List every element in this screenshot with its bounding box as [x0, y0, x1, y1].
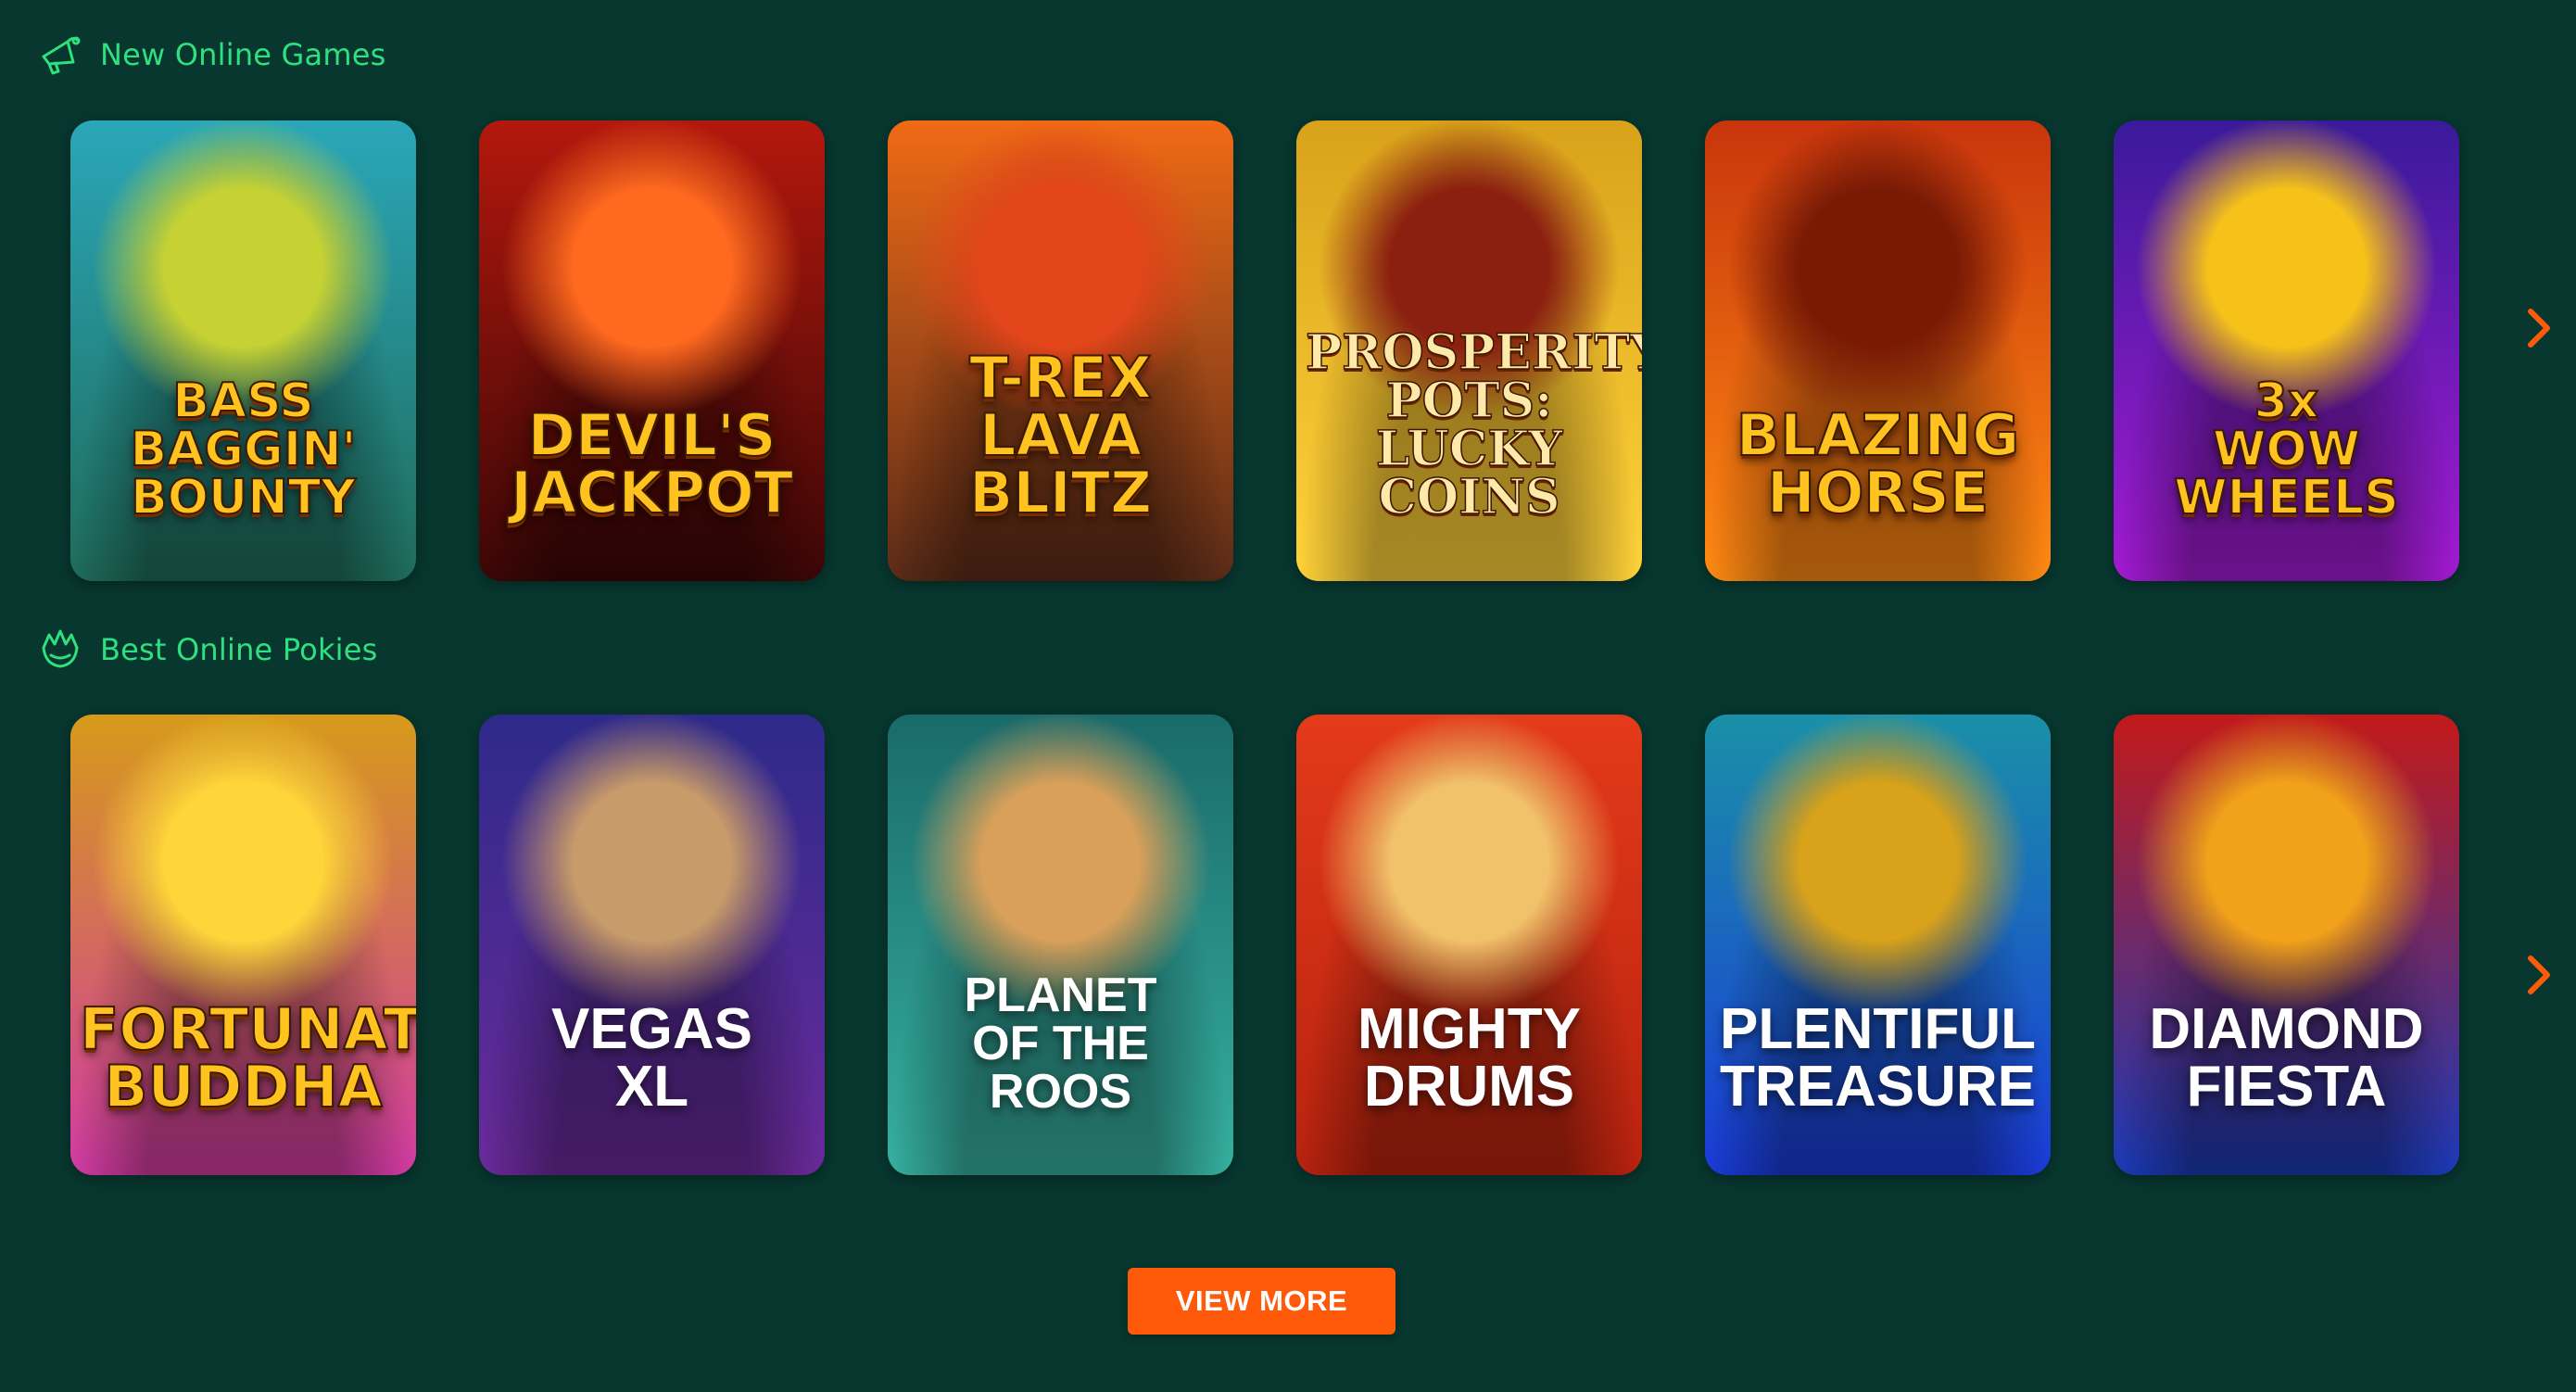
game-tile[interactable]: VEGAS XL	[479, 715, 825, 1175]
view-more-button[interactable]: VIEW MORE	[1128, 1268, 1395, 1335]
game-title: VEGAS XL	[550, 997, 753, 1119]
next-arrow-new-games[interactable]	[2519, 302, 2559, 358]
game-lobby: New Online Games BASS BAGGIN' BOUNTY DEVI…	[0, 0, 2576, 1392]
game-tile[interactable]: 3x WOW WHEELS	[2114, 120, 2459, 581]
game-title: PLANET OF THE ROOS	[964, 968, 1157, 1119]
game-title: DIAMOND FIESTA	[2149, 997, 2424, 1119]
section-title: New Online Games	[100, 37, 386, 72]
game-row-pokies: FORTUNATE BUDDHA VEGAS XL PLANET OF THE RO…	[70, 715, 2459, 1175]
game-tile[interactable]: DEVIL'S JACKPOT	[479, 120, 825, 581]
next-arrow-best-pokies[interactable]	[2519, 949, 2559, 1005]
game-title: PROSPERITY POTS: LUCKY COINS	[1305, 324, 1642, 525]
game-tile[interactable]: BASS BAGGIN' BOUNTY	[70, 120, 416, 581]
game-tile[interactable]: FORTUNATE BUDDHA	[70, 715, 416, 1175]
game-title: PLENTIFUL TREASURE	[1719, 997, 2037, 1119]
game-title: T-REX LAVA BLITZ	[968, 344, 1153, 526]
game-row-new: BASS BAGGIN' BOUNTY DEVIL'S JACKPOT T-REX …	[70, 120, 2459, 581]
game-tile[interactable]: PROSPERITY POTS: LUCKY COINS	[1296, 120, 1642, 581]
chevron-right-icon	[2525, 953, 2553, 1002]
game-tile[interactable]: BLAZING HORSE	[1705, 120, 2051, 581]
game-title: MIGHTY DRUMS	[1357, 997, 1582, 1119]
section-header-best-pokies: Best Online Pokies	[37, 626, 378, 673]
game-tile[interactable]: PLANET OF THE ROOS	[888, 715, 1233, 1175]
game-tile[interactable]: PLENTIFUL TREASURE	[1705, 715, 2051, 1175]
game-tile[interactable]: T-REX LAVA BLITZ	[888, 120, 1233, 581]
megaphone-icon	[37, 32, 83, 78]
game-title: 3x WOW WHEELS	[2173, 373, 2400, 525]
section-header-new-games: New Online Games	[37, 32, 386, 78]
game-title: BASS BAGGIN' BOUNTY	[129, 373, 357, 525]
game-title: DEVIL'S JACKPOT	[510, 401, 794, 526]
crown-hand-icon	[37, 626, 83, 673]
game-tile[interactable]: DIAMOND FIESTA	[2114, 715, 2459, 1175]
game-title: FORTUNATE BUDDHA	[79, 995, 416, 1120]
section-title: Best Online Pokies	[100, 632, 378, 667]
game-title: BLAZING HORSE	[1736, 401, 2021, 526]
game-tile[interactable]: MIGHTY DRUMS	[1296, 715, 1642, 1175]
chevron-right-icon	[2525, 306, 2553, 355]
